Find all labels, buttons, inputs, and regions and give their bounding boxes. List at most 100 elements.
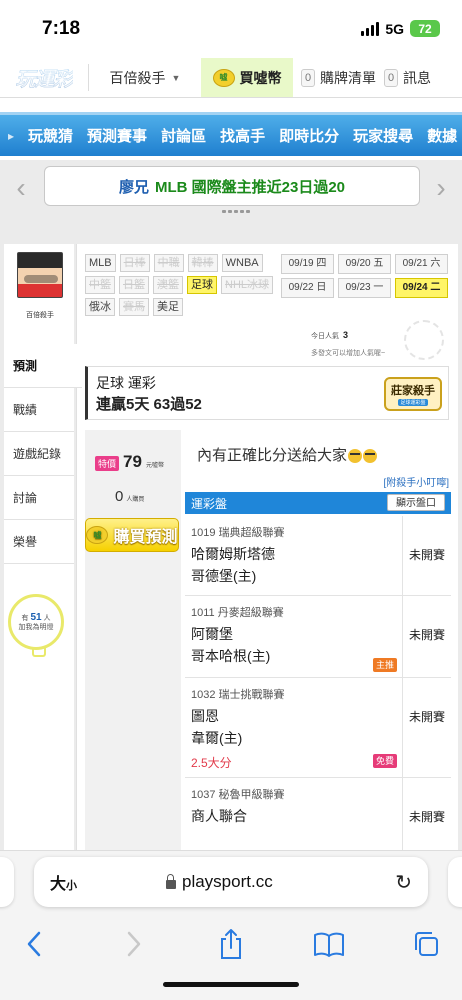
date-chip[interactable]: 09/19 四 bbox=[281, 254, 334, 274]
profile-name: 百倍殺手 bbox=[26, 312, 54, 319]
home-team: 哥德堡(主) bbox=[191, 568, 257, 584]
buy-prediction-button[interactable]: 噓 購買預測 bbox=[85, 518, 179, 552]
away-team: 圖恩 bbox=[191, 708, 219, 724]
game-league: 1037 秘魯甲級聯賽 bbox=[191, 789, 285, 801]
game-row: 1037 秘魯甲級聯賽商人聯合 未開賽 bbox=[185, 778, 451, 858]
sport-filter-chip[interactable]: 美足 bbox=[153, 298, 183, 316]
share-icon[interactable] bbox=[211, 924, 251, 964]
game-league: 1032 瑞士挑戰聯賽 bbox=[191, 689, 285, 701]
date-chip[interactable]: 09/24 二 bbox=[395, 278, 448, 298]
sport-filter-chip[interactable]: 日棒 bbox=[119, 254, 150, 272]
emoji-icon bbox=[363, 449, 378, 464]
nav-item-forum[interactable]: 討論區 bbox=[161, 125, 206, 146]
main-nav: ▸ 玩競猜 預測賽事 討論區 找高手 即時比分 玩家搜尋 數據 bbox=[0, 112, 462, 156]
headline-card[interactable]: 廖兄 MLB 國際盤主推近23日過20 bbox=[44, 166, 420, 206]
killer-dropdown[interactable]: 百倍殺手 ▼ bbox=[89, 58, 201, 97]
buyers-count: 0 人購買 bbox=[115, 488, 145, 505]
away-team: 商人聯合 bbox=[191, 808, 247, 824]
game-row: 1032 瑞士挑戰聯賽 圖恩 韋爾(主) 未開賽 免費 2.5大分 bbox=[185, 678, 451, 778]
side-menu-discuss[interactable]: 討論 bbox=[4, 476, 74, 520]
purchase-panel: 特價 79 元噓幣 0 人購買 噓 購買預測 bbox=[85, 430, 181, 850]
banker-killer-badge: 莊家殺手 足球運彩盤 bbox=[384, 377, 442, 411]
handbook-link[interactable]: [附殺手小叮嚀] bbox=[383, 474, 449, 489]
game-list: 1019 瑞典超級聯賽 哈爾姆斯塔德 哥德堡(主) 未開賽 1011 丹麥超級聯賽 阿爾堡… bbox=[185, 516, 451, 858]
date-chip[interactable]: 09/22 日 bbox=[281, 278, 334, 298]
main-area: 百倍殺手 預測 戰績 遊戲紀錄 討論 榮譽 有 51 人 加我為明燈 MLB 日棒… bbox=[0, 220, 462, 858]
headline-expert: 廖兄 bbox=[118, 178, 149, 196]
cart-link[interactable]: 0 購牌清單 bbox=[293, 58, 376, 97]
site-logo[interactable]: 玩運彩 bbox=[0, 58, 88, 97]
sport-filter-chip[interactable]: MLB bbox=[85, 254, 116, 272]
nav-item-data[interactable]: 數據 bbox=[427, 125, 457, 146]
game-league: 1019 瑞典超級聯賽 bbox=[191, 527, 285, 539]
network-type: 5G bbox=[385, 20, 404, 37]
game-status: 未開賽 bbox=[408, 810, 445, 824]
prev-tab-peek[interactable] bbox=[0, 857, 14, 907]
nav-item-predict[interactable]: 預測賽事 bbox=[87, 125, 147, 146]
sport-filter-chip[interactable]: 韓棒 bbox=[187, 254, 218, 272]
messages-link[interactable]: 0 訊息 bbox=[376, 58, 431, 97]
date-chip[interactable]: 09/23 一 bbox=[338, 278, 391, 298]
special-tag: 特價 bbox=[95, 456, 120, 471]
side-menu-record[interactable]: 戰績 bbox=[4, 388, 74, 432]
side-menu-predict[interactable]: 預測 bbox=[4, 344, 82, 388]
status-icons: 5G 72 bbox=[361, 20, 440, 37]
avatar bbox=[17, 252, 63, 298]
text-size-button[interactable]: 大小 bbox=[50, 870, 77, 894]
win-streak: 連贏5天 63過52 bbox=[96, 396, 202, 413]
show-odds-button[interactable]: 顯示盤口 bbox=[387, 494, 445, 511]
tabs-icon[interactable] bbox=[406, 924, 446, 964]
address-bar[interactable]: 大小 playsport.cc ↻ bbox=[34, 857, 428, 907]
sport-filter-chip[interactable]: 賽馬 bbox=[119, 298, 149, 316]
home-team: 哥本哈根(主) bbox=[191, 648, 271, 664]
prediction-board: 內有正確比分送給大家 [附殺手小叮嚀] 運彩盤 顯示盤口 1019 瑞典超級聯賽… bbox=[185, 430, 451, 858]
nav-item-livescore[interactable]: 即時比分 bbox=[279, 125, 339, 146]
date-chip[interactable]: 09/20 五 bbox=[338, 254, 391, 274]
bookmarks-icon[interactable] bbox=[309, 924, 349, 964]
reload-icon[interactable]: ↻ bbox=[395, 870, 412, 895]
game-status: 未開賽 bbox=[408, 710, 445, 724]
pick-tag: 主推 bbox=[372, 658, 397, 672]
profile-card[interactable]: 百倍殺手 bbox=[10, 248, 70, 328]
game-row: 1011 丹麥超級聯賽 阿爾堡 哥本哈根(主) 未開賽 主推 bbox=[185, 596, 451, 678]
buy-coin-button[interactable]: 噓 買噓幣 bbox=[201, 58, 293, 97]
nav-item-bet[interactable]: 玩競猜 bbox=[28, 125, 73, 146]
coin-icon: 噓 bbox=[86, 526, 109, 544]
cart-count: 0 bbox=[301, 68, 315, 87]
chevron-right-icon[interactable]: › bbox=[426, 174, 456, 204]
side-menu-game-log[interactable]: 遊戲紀錄 bbox=[4, 432, 74, 476]
profile-sidebar: 百倍殺手 預測 戰績 遊戲紀錄 討論 榮譽 有 51 人 加我為明燈 bbox=[4, 244, 82, 850]
status-bar: 7:18 5G 72 bbox=[0, 0, 462, 58]
battery-icon: 72 bbox=[410, 20, 440, 37]
message-count: 0 bbox=[384, 68, 398, 87]
visits-hint: 多發文可以增加人氣喔~ bbox=[311, 350, 386, 357]
away-team: 哈爾姆斯塔德 bbox=[191, 546, 275, 562]
sport-filter-chip[interactable]: 中職 bbox=[153, 254, 184, 272]
prediction-category: 足球 運彩 bbox=[96, 375, 156, 391]
date-chip[interactable]: 09/21 六 bbox=[395, 254, 448, 274]
away-team: 阿爾堡 bbox=[191, 626, 233, 642]
sport-filter-chip[interactable]: 俄冰 bbox=[85, 298, 115, 316]
sport-filter-chip[interactable]: NHL冰球 bbox=[221, 276, 274, 294]
sport-filter-chip[interactable]: 中籃 bbox=[85, 276, 115, 294]
sport-filter-chip[interactable]: 日籃 bbox=[119, 276, 149, 294]
forward-icon[interactable] bbox=[114, 924, 154, 964]
lock-icon bbox=[166, 873, 176, 889]
nav-item-player-search[interactable]: 玩家搜尋 bbox=[353, 125, 413, 146]
side-menu-honor[interactable]: 榮譽 bbox=[4, 520, 74, 564]
next-tab-peek[interactable] bbox=[448, 857, 462, 907]
nav-item-experts[interactable]: 找高手 bbox=[220, 125, 265, 146]
sport-filter-chip[interactable]: 澳籃 bbox=[153, 276, 183, 294]
sport-filter-chip[interactable]: 足球 bbox=[187, 276, 217, 294]
home-indicator bbox=[163, 982, 299, 987]
signal-icon bbox=[361, 21, 380, 36]
url-field[interactable]: playsport.cc bbox=[166, 872, 273, 892]
chevron-left-icon[interactable]: ‹ bbox=[6, 174, 36, 204]
browser-address-area: 大小 playsport.cc ↻ bbox=[0, 850, 462, 912]
announcement: 內有正確比分送給大家 bbox=[197, 444, 378, 465]
back-icon[interactable] bbox=[14, 924, 54, 964]
lightbulb-follow-button[interactable]: 有 51 人 加我為明燈 bbox=[8, 594, 64, 657]
caret-down-icon: ▼ bbox=[171, 72, 181, 83]
sport-filter-chip[interactable]: WNBA bbox=[221, 254, 263, 272]
price: 特價 79 元噓幣 bbox=[95, 452, 164, 472]
